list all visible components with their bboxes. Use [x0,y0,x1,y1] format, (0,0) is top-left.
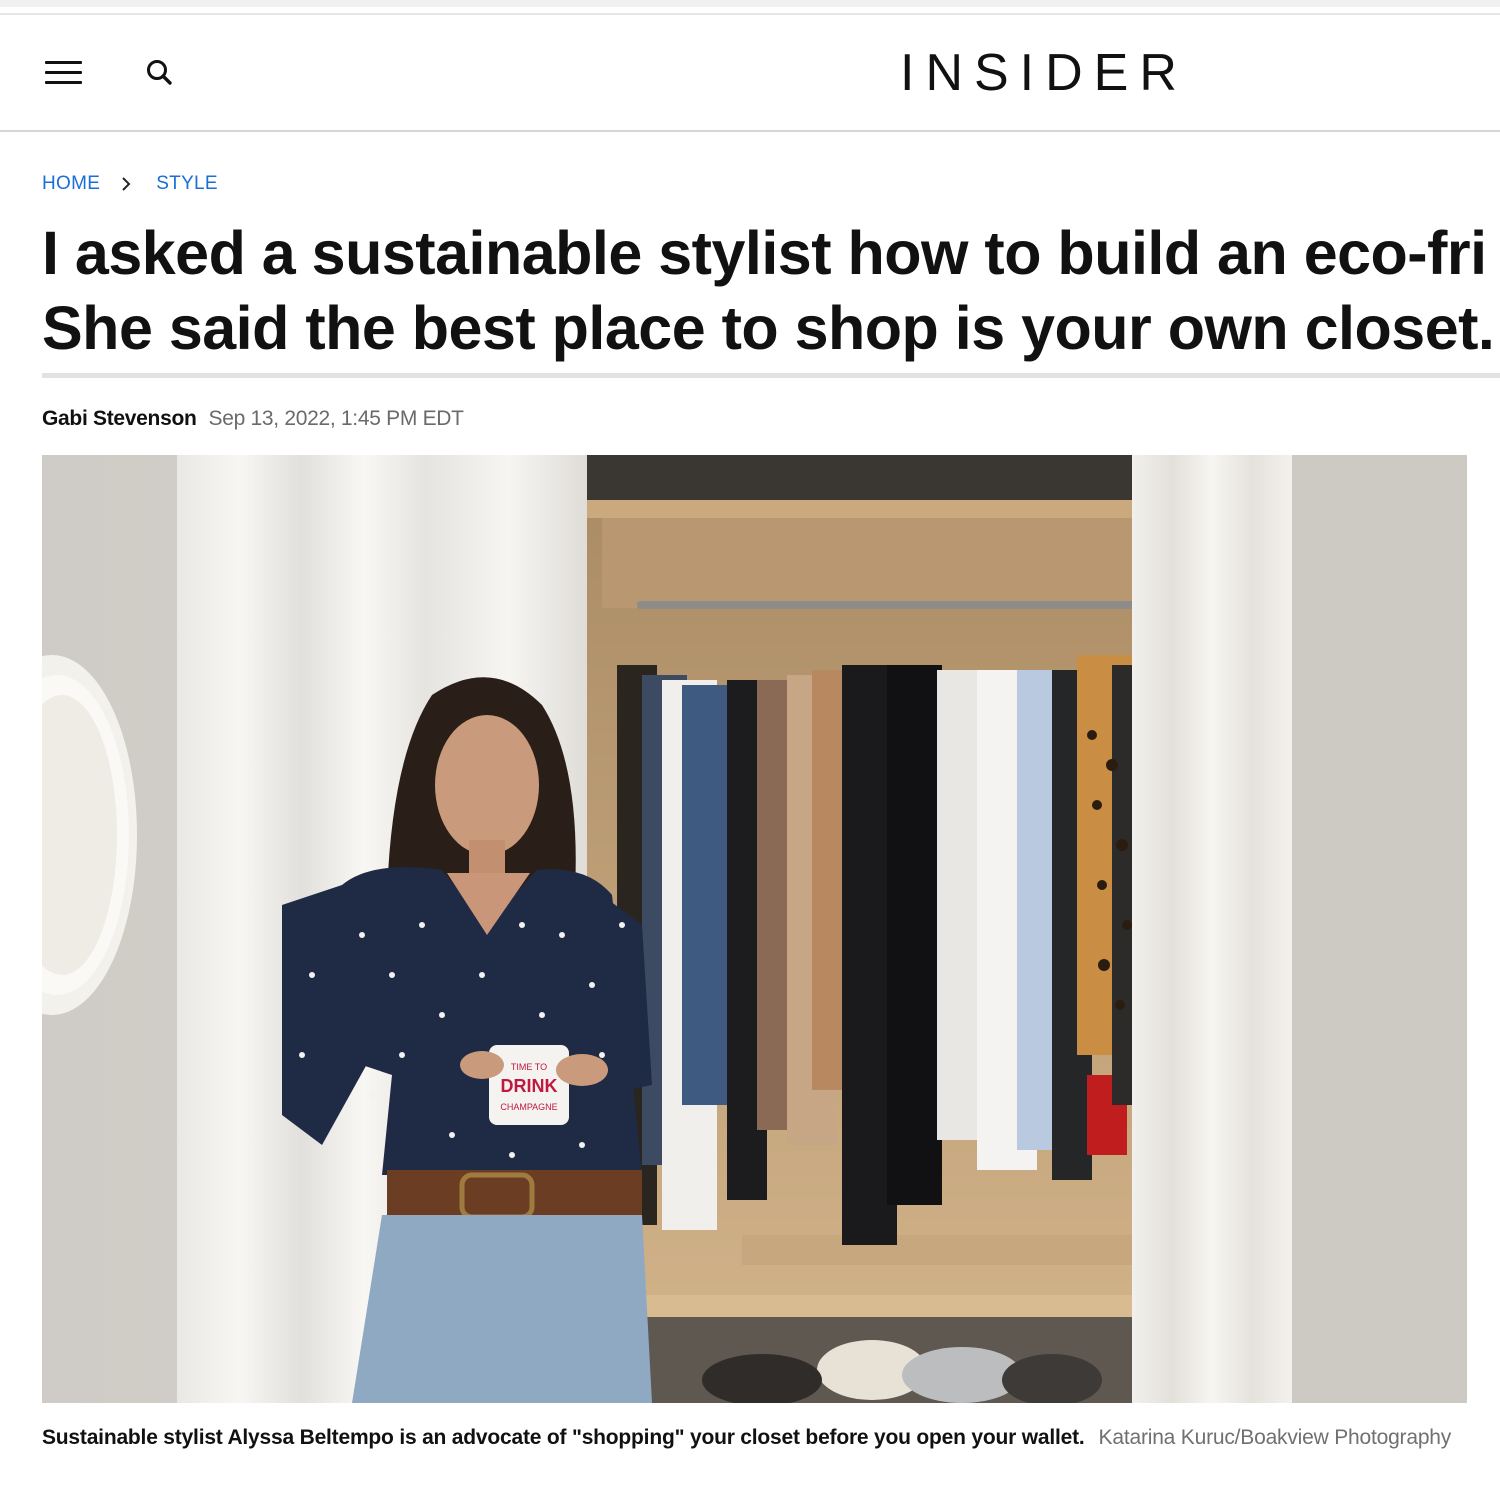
wall-right [1287,455,1467,1403]
search-icon [147,60,172,85]
breadcrumb-style-link[interactable]: STYLE [156,173,218,195]
hero-image: TIME TO DRINK CHAMPAGNE [42,455,1467,1403]
breadcrumb: HOME STYLE [42,172,218,196]
article-headline: I asked a sustainable stylist how to bui… [42,216,1500,366]
author-link[interactable]: Gabi Stevenson [42,407,197,431]
headline-line: I asked a sustainable stylist how to bui… [42,219,1487,287]
chevron-right-icon [120,176,132,192]
headline-line: She said the best place to shop is your … [42,294,1495,362]
caption-text: Sustainable stylist Alyssa Beltempo is a… [42,1426,1085,1449]
menu-bar [45,81,82,84]
menu-bar [45,61,82,64]
browser-top-strip [0,0,1500,7]
image-caption: Sustainable stylist Alyssa Beltempo is a… [42,1422,1462,1454]
site-header: INSIDER [0,15,1500,132]
svg-text:CHAMPAGNE: CHAMPAGNE [500,1102,557,1112]
breadcrumb-home-link[interactable]: HOME [42,173,100,195]
svg-text:TIME TO: TIME TO [511,1062,547,1072]
svg-text:DRINK: DRINK [501,1076,558,1096]
publish-date: Sep 13, 2022, 1:45 PM EDT [208,407,464,430]
photo-credit: Katarina Kuruc/Boakview Photography [1098,1426,1452,1449]
byline: Gabi Stevenson Sep 13, 2022, 1:45 PM EDT [42,404,464,434]
right-curtain [1132,455,1292,1403]
insider-logo[interactable]: INSIDER [900,43,1188,103]
search-button[interactable] [140,53,180,93]
hanging-clothes [617,655,1142,1245]
headline-divider [42,373,1500,378]
menu-button[interactable] [40,53,88,93]
menu-bar [45,71,82,74]
